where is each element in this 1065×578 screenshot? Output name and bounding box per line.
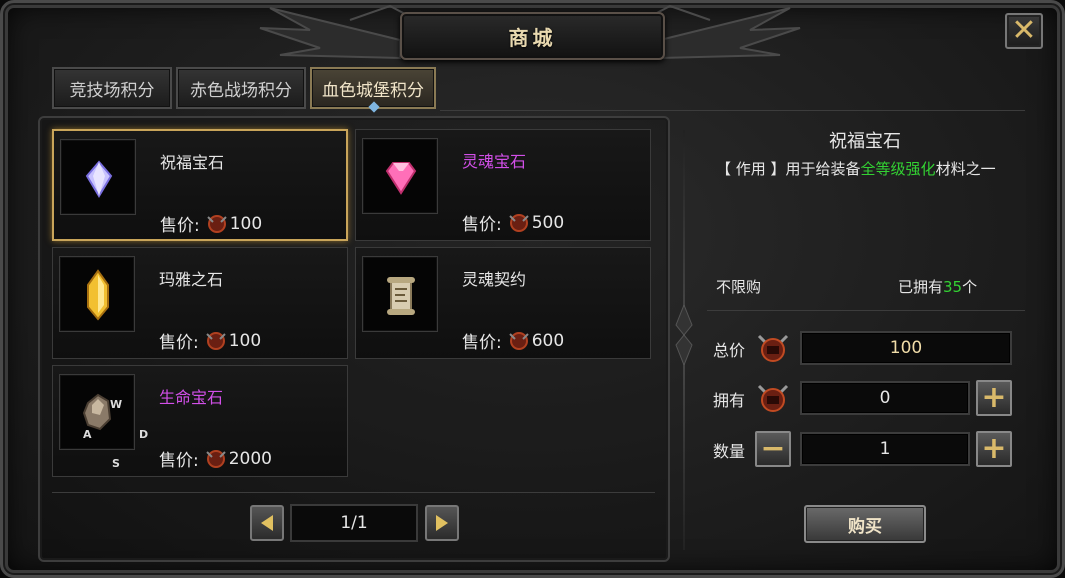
currency-owned-label: 拥有 [713, 391, 746, 410]
blood-castle-token-icon [757, 334, 789, 362]
list-divider [52, 492, 655, 493]
tab-divider [440, 110, 1025, 111]
blood-castle-token-icon [206, 331, 226, 350]
item-price: 售价: 2000 [159, 446, 272, 472]
desc-prefix: 【 作用 】用于给装备 [716, 160, 861, 178]
add-currency-button[interactable]: + [976, 380, 1012, 416]
purchase-limit: 不限购 [716, 278, 762, 296]
owned-number: 35 [943, 278, 963, 296]
item-slot [59, 256, 135, 332]
decrease-quantity-button[interactable]: − [755, 431, 791, 467]
life-gem-icon [82, 393, 112, 431]
total-price-label: 总价 [713, 341, 746, 360]
soul-contract-scroll-icon [387, 277, 415, 315]
item-name: 祝福宝石 [160, 153, 225, 172]
key-hint-up: W [110, 398, 123, 411]
prev-page-button[interactable] [250, 505, 284, 541]
desc-suffix: 材料之一 [935, 160, 996, 178]
close-icon: ✕ [1011, 13, 1037, 48]
tab-label: 竞技场积分 [69, 80, 155, 101]
detail-divider [707, 310, 1025, 311]
buy-label: 购买 [848, 516, 882, 537]
price-value: 2000 [228, 448, 272, 469]
total-price-value-box: 100 [800, 331, 1012, 365]
price-label: 售价: [462, 333, 502, 353]
shop-item-blessing-gem[interactable]: 祝福宝石 售价: 100 [52, 129, 348, 241]
shop-item-maya-stone[interactable]: 玛雅之石 售价: 100 [52, 247, 348, 359]
plus-icon: + [981, 380, 1007, 415]
tab-crimson-battlefield-points[interactable]: 赤色战场积分 [176, 67, 306, 109]
currency-owned-value-box: 0 [800, 381, 970, 415]
price-label: 售价: [160, 216, 200, 236]
price-value: 100 [229, 213, 263, 234]
owned-count: 已拥有35个 [898, 276, 977, 297]
quantity-input[interactable]: 1 [800, 432, 970, 466]
price-label: 售价: [462, 215, 502, 235]
next-page-button[interactable] [425, 505, 459, 541]
item-price: 售价: 600 [462, 328, 565, 354]
item-name: 生命宝石 [159, 388, 224, 407]
item-slot [59, 374, 135, 450]
maya-stone-icon [87, 269, 109, 321]
item-name: 灵魂宝石 [462, 152, 527, 171]
increase-quantity-button[interactable]: + [976, 431, 1012, 467]
owned-suffix: 个 [962, 278, 978, 296]
detail-description: 【 作用 】用于给装备全等级强化材料之一 [716, 158, 996, 179]
soul-gem-icon [385, 162, 417, 195]
blood-castle-token-icon [207, 214, 227, 233]
key-hint-left: A [83, 428, 92, 441]
item-slot [362, 256, 438, 332]
tab-label: 赤色战场积分 [190, 80, 292, 101]
tab-label: 血色城堡积分 [322, 80, 424, 101]
price-label: 售价: [159, 333, 199, 353]
divider-ornament [675, 305, 693, 365]
price-value: 600 [531, 330, 565, 351]
key-hint-right: D [139, 428, 149, 441]
blood-castle-token-icon [509, 213, 529, 232]
key-hint-down: S [112, 457, 120, 470]
blood-castle-token-icon [509, 331, 529, 350]
item-price: 售价: 100 [160, 211, 263, 237]
item-price: 售价: 500 [462, 210, 565, 236]
page-indicator: 1/1 [290, 504, 418, 542]
buy-button[interactable]: 购买 [804, 505, 926, 543]
window-title-plate: 商城 [400, 12, 665, 60]
blood-castle-token-icon [757, 384, 789, 412]
price-label: 售价: [159, 451, 199, 471]
detail-item-title: 祝福宝石 [829, 131, 901, 152]
item-name: 玛雅之石 [159, 270, 224, 289]
quantity-label: 数量 [713, 442, 746, 461]
price-value: 100 [228, 330, 262, 351]
tab-arena-points[interactable]: 竞技场积分 [52, 67, 172, 109]
blood-castle-token-icon [206, 449, 226, 468]
item-price: 售价: 100 [159, 328, 262, 354]
plus-icon: + [981, 431, 1007, 466]
item-slot [60, 139, 136, 215]
minus-icon: − [760, 431, 786, 466]
shop-item-life-gem[interactable]: W A D S 生命宝石 售价: 2000 [52, 365, 348, 477]
total-price-value: 100 [889, 338, 923, 358]
shop-item-soul-contract[interactable]: 灵魂契约 售价: 600 [355, 247, 651, 359]
page-number: 1/1 [340, 513, 368, 533]
currency-owned-value: 0 [879, 388, 891, 408]
window-title: 商城 [508, 25, 557, 50]
blessing-gem-icon [85, 160, 113, 198]
item-slot [362, 138, 438, 214]
close-button[interactable]: ✕ [1005, 13, 1043, 49]
owned-prefix: 已拥有 [898, 278, 944, 296]
shop-item-soul-gem[interactable]: 灵魂宝石 售价: 500 [355, 129, 651, 241]
price-value: 500 [531, 212, 565, 233]
item-name: 灵魂契约 [462, 270, 527, 289]
arrow-left-icon [261, 515, 273, 531]
quantity-value: 1 [879, 439, 891, 459]
desc-highlight: 全等级强化 [860, 160, 936, 178]
arrow-right-icon [436, 515, 448, 531]
